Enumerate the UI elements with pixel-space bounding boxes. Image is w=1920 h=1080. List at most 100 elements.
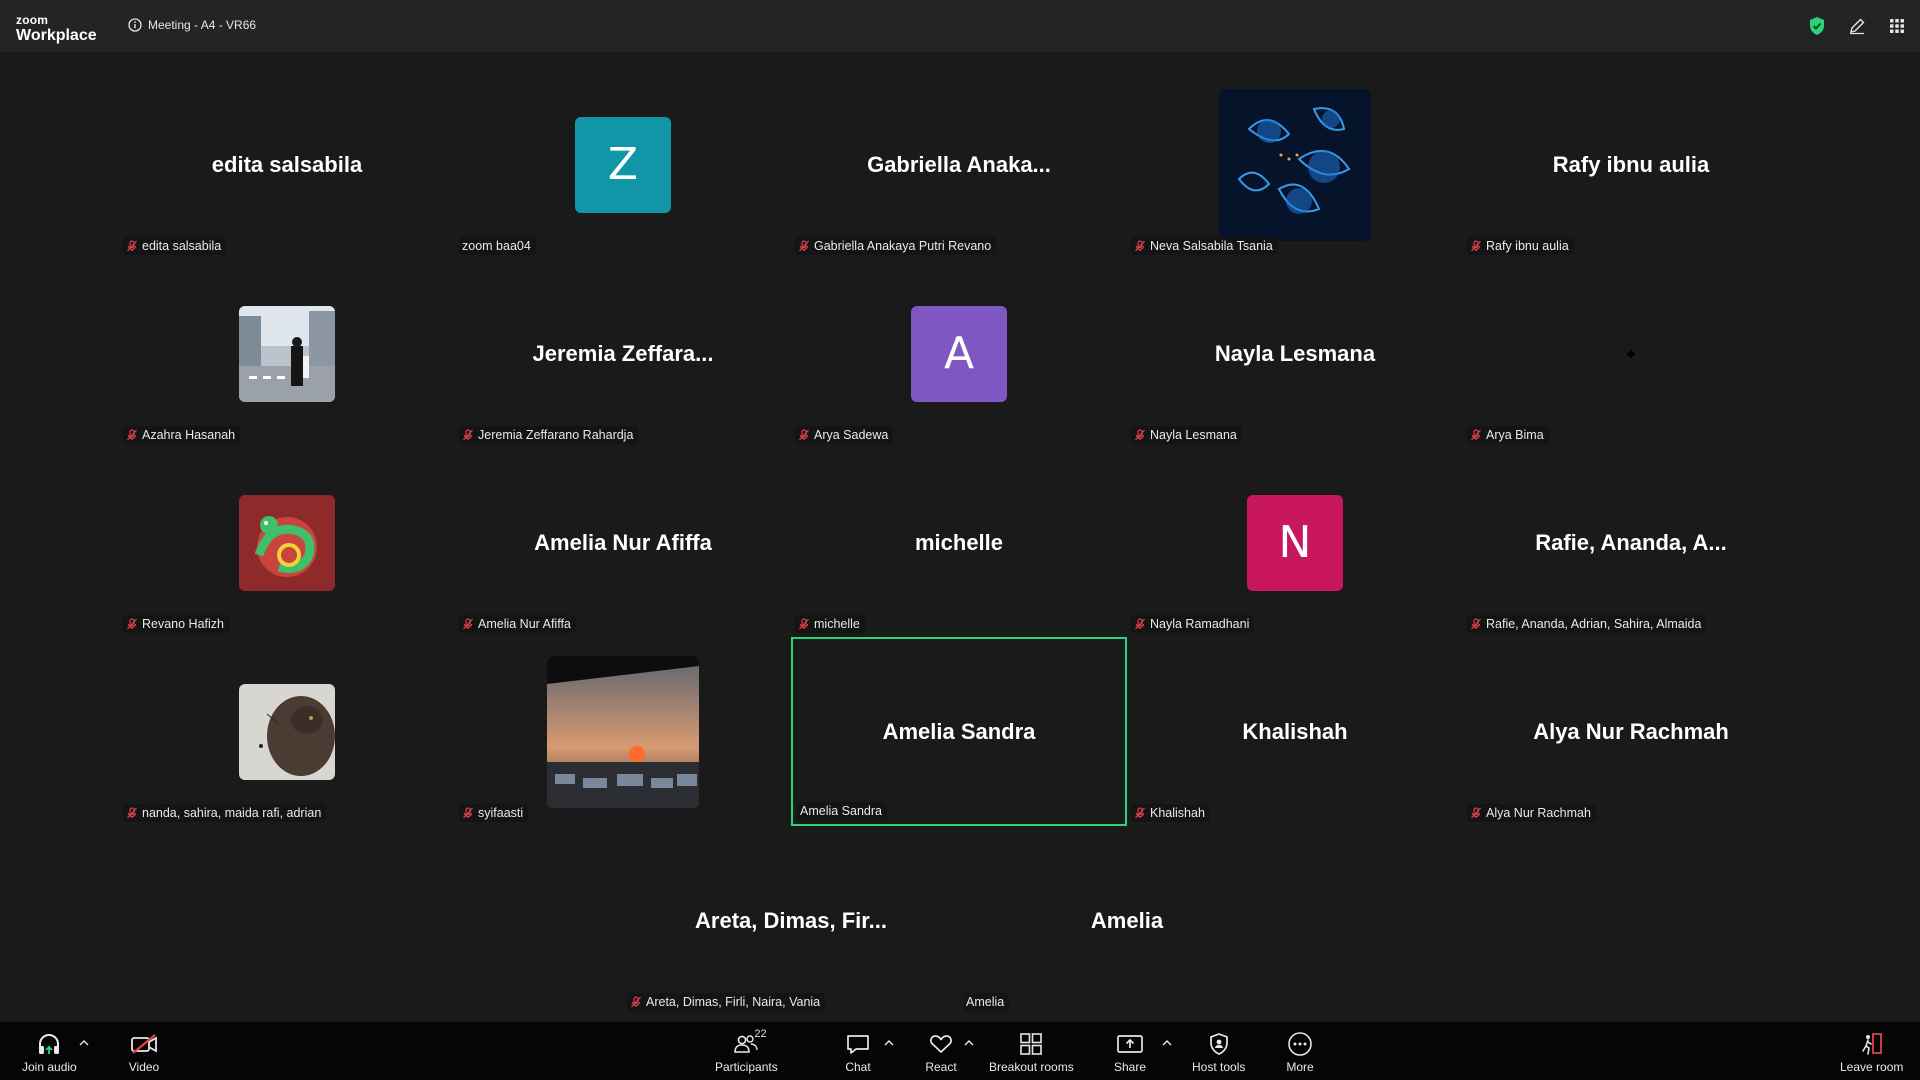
participants-icon: 22 (730, 1028, 767, 1058)
logo-small-text: zoom (16, 13, 49, 27)
host-tools-button[interactable]: Host tools (1192, 1030, 1245, 1074)
more-button[interactable]: More (1284, 1030, 1316, 1074)
participant-name-label: Gabriella Anakaya Putri Revano (795, 237, 997, 255)
participant-tile[interactable]: Rafy ibnu aulia Rafy ibnu aulia (1463, 70, 1799, 259)
participants-label: Participants (715, 1060, 778, 1074)
leave-room-label: Leave room (1840, 1060, 1904, 1074)
participant-tile[interactable]: Zzoom baa04 (455, 70, 791, 259)
participant-tile[interactable]: Jeremia Zeffara... Jeremia Zeffarano Raha… (455, 259, 791, 448)
participant-name-label: Azahra Hasanah (123, 426, 241, 444)
host-tools-shield-icon (1203, 1030, 1235, 1058)
participant-label-text: Nayla Lesmana (1150, 428, 1237, 442)
participants-button[interactable]: 22 Participants (715, 1028, 778, 1074)
participant-tile[interactable]: Revano Hafizh (119, 448, 455, 637)
muted-mic-icon (1134, 429, 1146, 441)
headphones-icon (33, 1030, 65, 1058)
heart-icon (925, 1030, 957, 1058)
share-button[interactable]: Share (1114, 1030, 1146, 1074)
muted-mic-icon (798, 240, 810, 252)
participant-tile[interactable]: Khalishah Khalishah (1127, 637, 1463, 826)
security-shield-icon[interactable] (1804, 13, 1830, 39)
participant-display-name: edita salsabila (211, 151, 363, 177)
participant-tile[interactable]: Areta, Dimas, Fir... Areta, Dimas, Firli,… (623, 826, 959, 1015)
participant-label-text: Amelia (966, 995, 1005, 1009)
participant-tile[interactable]: Neva Salsabila Tsania (1127, 70, 1463, 259)
muted-mic-icon (462, 618, 474, 630)
participant-label-text: Arya Bima (1486, 428, 1544, 442)
participant-display-name: Rafie, Ananda, A... (1535, 529, 1727, 555)
avatar-initial: N (1247, 494, 1343, 591)
audio-options-caret[interactable] (77, 1036, 91, 1050)
video-off-icon (128, 1030, 160, 1058)
chat-options-caret[interactable] (882, 1036, 896, 1050)
participant-label-text: Neva Salsabila Tsania (1150, 239, 1273, 253)
more-label: More (1286, 1060, 1314, 1074)
video-button[interactable]: Video (128, 1030, 160, 1074)
muted-mic-icon (462, 429, 474, 441)
participant-label-text: Areta, Dimas, Firli, Naira, Vania (646, 995, 821, 1009)
participant-name-label: Amelia (963, 993, 1010, 1011)
join-audio-button[interactable]: Join audio (22, 1030, 77, 1074)
participant-tile[interactable]: Azahra Hasanah (119, 259, 455, 448)
zoom-workplace-logo: zoom Workplace (16, 14, 97, 44)
participant-display-name: Amelia Nur Afiffa (534, 529, 712, 555)
meeting-title: Meeting - A4 - VR66 (148, 18, 257, 32)
participant-display-name: michelle (914, 529, 1004, 555)
participant-label-text: Jeremia Zeffarano Rahardja (478, 428, 634, 442)
breakout-rooms-icon (1015, 1030, 1047, 1058)
participant-tile[interactable]: Amelia Amelia (959, 826, 1295, 1015)
participant-tile[interactable]: Alya Nur Rachmah Alya Nur Rachmah (1463, 637, 1799, 826)
participant-name-label: syifaasti (459, 804, 529, 822)
participant-name-label: michelle (795, 615, 865, 633)
logo-big-text: Workplace (16, 27, 97, 44)
annotate-pen-icon[interactable] (1844, 13, 1870, 39)
participant-tile[interactable]: N Nayla Ramadhani (1127, 448, 1463, 637)
chat-label: Chat (845, 1060, 871, 1074)
apps-grid-icon[interactable] (1884, 13, 1910, 39)
participant-tile[interactable]: Nayla Lesmana Nayla Lesmana (1127, 259, 1463, 448)
leave-door-icon (1856, 1030, 1888, 1058)
participant-tile[interactable]: A Arya Sadewa (791, 259, 1127, 448)
participant-tile[interactable]: Amelia Nur Afiffa Amelia Nur Afiffa (455, 448, 791, 637)
breakout-rooms-label: Breakout rooms (989, 1060, 1074, 1074)
meeting-toolbar: Join audio Video 22 Participants Chat Re… (0, 1022, 1920, 1080)
leave-room-button[interactable]: Leave room (1840, 1030, 1903, 1074)
react-options-caret[interactable] (962, 1036, 976, 1050)
participant-display-name: Amelia Sandra (882, 718, 1036, 744)
participant-display-name: Amelia (1090, 907, 1164, 933)
muted-mic-icon (1134, 807, 1146, 819)
participant-name-label: Arya Bima (1467, 426, 1549, 444)
share-options-caret[interactable] (1160, 1036, 1174, 1050)
participant-tile[interactable]: Gabriella Anaka... Gabriella Anakaya Putr… (791, 70, 1127, 259)
participant-tile[interactable]: Arya Bima (1463, 259, 1799, 448)
muted-mic-icon (126, 807, 138, 819)
participant-name-label: Jeremia Zeffarano Rahardja (459, 426, 639, 444)
participant-tile[interactable]: edita salsabila edita salsabila (119, 70, 455, 259)
muted-mic-icon (126, 240, 138, 252)
participant-tile[interactable]: nanda, sahira, maida rafi, adrian (119, 637, 455, 826)
muted-mic-icon (1470, 240, 1482, 252)
avatar-photo (1219, 88, 1371, 241)
muted-mic-icon (1134, 240, 1146, 252)
avatar-photo (239, 494, 335, 591)
participant-display-name: Rafy ibnu aulia (1552, 151, 1710, 177)
participant-name-label: Khalishah (1131, 804, 1210, 822)
muted-mic-icon (1470, 618, 1482, 630)
chat-button[interactable]: Chat (842, 1030, 874, 1074)
meeting-info-button[interactable]: Meeting - A4 - VR66 (128, 18, 256, 32)
participant-display-name: Alya Nur Rachmah (1533, 718, 1729, 744)
participant-name-label: Nayla Ramadhani (1131, 615, 1255, 633)
participant-tile[interactable]: michelle michelle (791, 448, 1127, 637)
react-button[interactable]: React (925, 1030, 957, 1074)
share-label: Share (1114, 1060, 1147, 1074)
participant-name-label: Neva Salsabila Tsania (1131, 237, 1278, 255)
participant-tile[interactable]: Amelia Sandra Amelia Sandra (791, 637, 1127, 826)
participant-name-label: Amelia Sandra (797, 802, 887, 820)
participant-tile[interactable]: Rafie, Ananda, A... Rafie, Ananda, Adrian… (1463, 448, 1799, 637)
participant-name-label: edita salsabila (123, 237, 227, 255)
participant-label-text: zoom baa04 (462, 239, 531, 253)
muted-mic-icon (126, 429, 138, 441)
participant-tile[interactable]: syifaasti (455, 637, 791, 826)
breakout-rooms-button[interactable]: Breakout rooms (989, 1030, 1074, 1074)
participant-label-text: syifaasti (478, 806, 524, 820)
